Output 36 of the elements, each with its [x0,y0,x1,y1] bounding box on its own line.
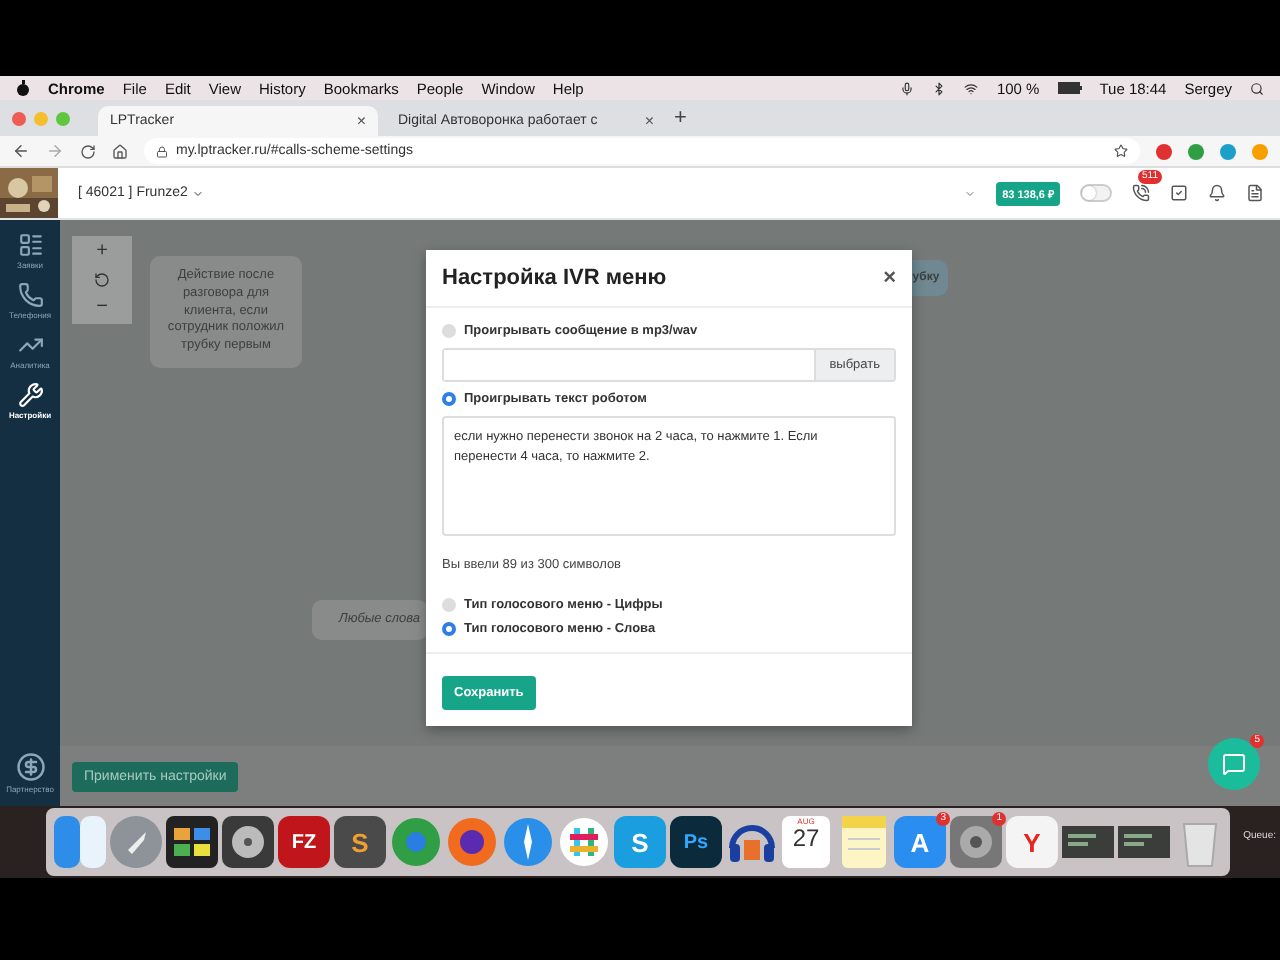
dialog-title: Настройка IVR меню [442,266,667,290]
bluetooth-icon[interactable] [932,81,947,95]
phone-icon[interactable] [1132,184,1150,202]
close-tab-icon[interactable]: × [644,112,654,130]
lock-icon [156,145,168,157]
app-icon[interactable]: S [334,816,386,868]
new-tab-button[interactable]: + [674,106,687,130]
toggle-switch[interactable] [1080,184,1112,202]
chat-icon [1222,752,1246,776]
back-icon[interactable] [12,142,30,160]
app-icon[interactable]: Ps [670,816,722,868]
calendar-day: 27 [792,826,820,850]
bookmark-star-icon[interactable] [1114,144,1128,158]
phone-icon [17,282,43,308]
wifi-icon[interactable] [964,81,979,95]
home-icon[interactable] [112,143,128,159]
document-icon[interactable] [1246,184,1264,202]
close-tab-icon[interactable]: × [356,112,366,130]
close-window-icon[interactable] [12,111,26,125]
app-icon[interactable]: Y [1006,816,1058,868]
app-icon[interactable]: FZ [278,816,330,868]
battery-icon[interactable] [1057,82,1082,94]
zoom-in-button[interactable]: + [96,241,108,262]
dollar-icon [15,752,45,782]
close-button[interactable]: × [883,266,896,290]
wrench-icon [17,382,43,408]
reset-zoom-icon[interactable] [94,271,110,288]
reload-icon[interactable] [80,143,96,159]
microphone-icon[interactable] [900,81,915,95]
list-icon [17,232,43,258]
search-icon[interactable] [1250,81,1264,95]
caret-icon[interactable] [191,187,204,199]
bell-icon[interactable] [1208,184,1226,202]
checkbox-icon[interactable] [1170,184,1188,202]
apple-icon[interactable] [16,80,30,96]
zoom-out-button[interactable]: − [96,298,108,319]
